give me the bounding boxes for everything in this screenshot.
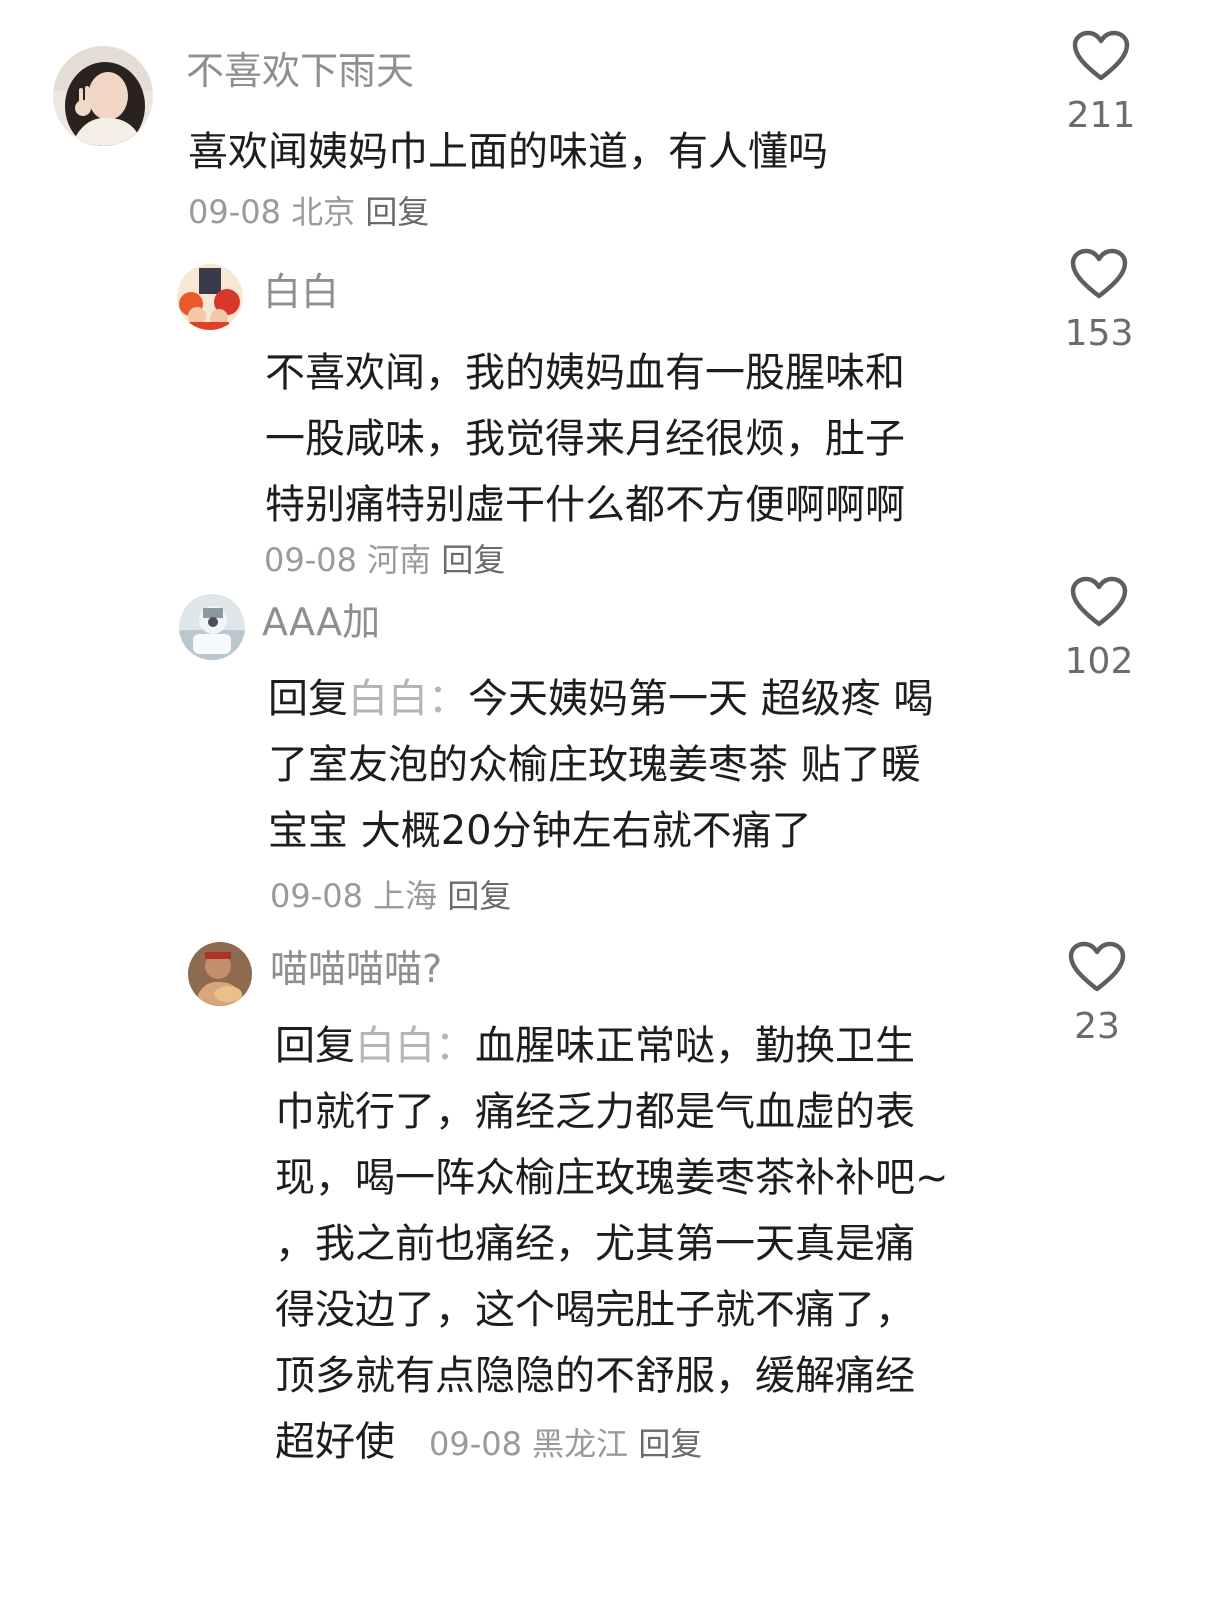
like-button[interactable]: 211 <box>1051 30 1151 134</box>
comment-username[interactable]: 白白 <box>263 273 339 311</box>
comment-text: 回复白白：血腥味正常哒，勤换卫生 巾就行了，痛经乏力都是气血虚的表 现，喝一阵众… <box>275 1013 949 1477</box>
comment-location: 河南 <box>367 541 432 579</box>
reply-colon: ： <box>435 1023 475 1069</box>
reply-target-username[interactable]: 白白 <box>348 676 428 722</box>
like-count: 153 <box>1064 313 1134 354</box>
heart-outline-icon <box>1072 30 1130 81</box>
comment-line-text: 今天姨妈第一天 超级疼 喝 <box>468 676 934 722</box>
comment-date: 09-08 <box>429 1425 522 1463</box>
comment-line: 一股咸味，我觉得来月经很烦，肚子 <box>265 416 905 462</box>
comment-username[interactable]: 不喜欢下雨天 <box>186 52 414 90</box>
comment-line-text: 血腥味正常哒，勤换卫生 <box>475 1023 915 1069</box>
avatar[interactable] <box>177 264 243 330</box>
comment-line: 了室友泡的众榆庄玫瑰姜枣茶 贴了暖 <box>268 742 921 788</box>
comment-username[interactable]: 喵喵喵喵? <box>270 950 442 988</box>
reply-prefix: 回复 <box>275 1023 355 1069</box>
comment-line: 现，喝一阵众榆庄玫瑰姜枣茶补补吧~ <box>275 1155 949 1201</box>
comment-line: 回复白白：血腥味正常哒，勤换卫生 <box>275 1013 949 1079</box>
comment-meta: 09-08 黑龙江 回复 <box>429 1425 702 1463</box>
reply-colon: ： <box>428 676 468 722</box>
comment-line-text: 超好使 <box>275 1419 395 1465</box>
heart-outline-icon <box>1068 941 1126 992</box>
comment-text: 喜欢闻姨妈巾上面的味道，有人懂吗 <box>188 123 828 181</box>
avatar[interactable] <box>179 594 245 660</box>
comment-text: 回复白白：今天姨妈第一天 超级疼 喝 了室友泡的众榆庄玫瑰姜枣茶 贴了暖 宝宝 … <box>268 666 933 864</box>
like-count: 102 <box>1064 641 1134 682</box>
reply-prefix: 回复 <box>268 676 348 722</box>
heart-outline-icon <box>1070 576 1128 627</box>
comment-meta: 09-08 上海 回复 <box>270 880 511 912</box>
comment-date: 09-08 <box>264 541 357 579</box>
comment-date: 09-08 <box>188 193 281 231</box>
like-button[interactable]: 102 <box>1049 576 1149 680</box>
comment-line: 得没边了，这个喝完肚子就不痛了， <box>275 1287 915 1333</box>
avatar-cartoon-icon <box>177 264 243 330</box>
reply-button[interactable]: 回复 <box>638 1425 702 1463</box>
avatar-photo-icon <box>53 46 153 146</box>
comment-line: 超好使 09-08 黑龙江 回复 <box>275 1409 949 1477</box>
like-count: 211 <box>1066 95 1136 136</box>
reply-target-username[interactable]: 白白 <box>355 1023 435 1069</box>
comment-text: 不喜欢闻，我的姨妈血有一股腥味和 一股咸味，我觉得来月经很烦，肚子 特别痛特别虚… <box>265 340 905 538</box>
comment-location: 上海 <box>373 877 438 915</box>
comment-line: 巾就行了，痛经乏力都是气血虚的表 <box>275 1089 915 1135</box>
comment-location: 黑龙江 <box>532 1425 629 1463</box>
comment-line: 顶多就有点隐隐的不舒服，缓解痛经 <box>275 1353 915 1399</box>
comment-username[interactable]: AAA加 <box>262 603 380 641</box>
comment-line: ，我之前也痛经，尤其第一天真是痛 <box>275 1221 915 1267</box>
comment-line: 回复白白：今天姨妈第一天 超级疼 喝 <box>268 666 933 732</box>
reply-button[interactable]: 回复 <box>441 541 505 579</box>
avatar-figure-icon <box>179 594 245 660</box>
avatar-character-icon <box>188 942 252 1006</box>
comment-location: 北京 <box>291 193 356 231</box>
like-count: 23 <box>1074 1006 1120 1047</box>
avatar[interactable] <box>53 46 153 146</box>
comment-line: 宝宝 大概20分钟左右就不痛了 <box>268 808 812 854</box>
reply-button[interactable]: 回复 <box>447 877 511 915</box>
comment-line: 不喜欢闻，我的姨妈血有一股腥味和 <box>265 350 905 396</box>
like-button[interactable]: 23 <box>1047 941 1147 1045</box>
reply-button[interactable]: 回复 <box>365 193 429 231</box>
comment-meta: 09-08 北京 回复 <box>188 196 429 228</box>
comment-line: 特别痛特别虚干什么都不方便啊啊啊 <box>265 482 905 528</box>
comment-date: 09-08 <box>270 877 363 915</box>
avatar[interactable] <box>188 942 252 1006</box>
like-button[interactable]: 153 <box>1049 248 1149 352</box>
heart-outline-icon <box>1070 248 1128 299</box>
comment-line: 喜欢闻姨妈巾上面的味道，有人懂吗 <box>188 129 828 175</box>
comment-meta: 09-08 河南 回复 <box>264 544 505 576</box>
